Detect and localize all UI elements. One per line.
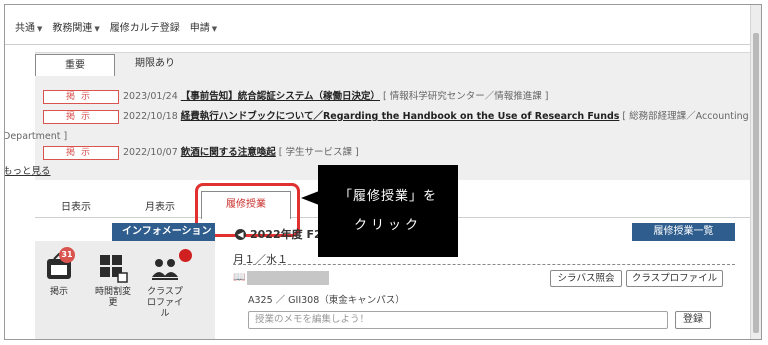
notice-source-continued: Department ] bbox=[4, 131, 68, 142]
tab-month-view[interactable]: 月表示 bbox=[145, 198, 175, 213]
menu-item-academic[interactable]: 教務関連 ▼ bbox=[52, 19, 99, 34]
unread-count-badge: 31 bbox=[59, 247, 75, 263]
callout-line-1: 「履修授業」を bbox=[338, 189, 437, 204]
arrow-left-icon[interactable]: ◀ bbox=[235, 228, 246, 240]
notice-date: 2022/10/18 bbox=[123, 111, 178, 122]
tab-deadline[interactable]: 期限あり bbox=[115, 53, 195, 75]
information-header: インフォメーション bbox=[112, 223, 215, 241]
notice-row: 掲示 2023/01/24 【事前告知】統合認証システム（稼働日決定）[ 情報科学研… bbox=[43, 88, 548, 104]
notice-panel: 重要 期限あり 掲示 2023/01/24 【事前告知】統合認証システム（稼働日決定… bbox=[5, 52, 750, 180]
book-icon: 📖 bbox=[233, 272, 246, 283]
tab-important[interactable]: 重要 bbox=[35, 54, 115, 76]
notice-link[interactable]: 飲酒に関する注意喚起 bbox=[181, 147, 276, 158]
chevron-down-icon: ▼ bbox=[37, 25, 43, 33]
memo-input[interactable]: 授業のメモを編集しよう！ bbox=[248, 311, 668, 329]
notice-source: [ 情報科学研究センター／情報推進課 ] bbox=[382, 91, 549, 102]
class-profile-button[interactable]: クラスプロファイル bbox=[626, 270, 723, 287]
chevron-down-icon: ▼ bbox=[94, 25, 100, 33]
instruction-callout: 「履修授業」を クリック bbox=[318, 165, 458, 257]
notification-dot bbox=[179, 249, 192, 262]
class-profile-shortcut[interactable]: クラスプロファイル bbox=[143, 253, 187, 320]
notice-date: 2023/01/24 bbox=[123, 91, 178, 102]
notice-source: [ 総務部経理課／Accounting bbox=[622, 111, 749, 122]
menu-item-karte[interactable]: 履修カルテ登録 bbox=[110, 19, 180, 34]
timetable-change-shortcut[interactable]: 時間割変更 bbox=[91, 253, 135, 309]
bulletin-shortcut[interactable]: 31 掲示 bbox=[37, 247, 81, 298]
notice-badge: 掲示 bbox=[43, 145, 119, 160]
notice-badge: 掲示 bbox=[43, 89, 119, 104]
notice-link[interactable]: 経費執行ハンドブックについて／Regarding the Handbook on… bbox=[181, 111, 620, 122]
chevron-down-icon: ▼ bbox=[211, 25, 218, 33]
course-name-redacted bbox=[247, 271, 329, 285]
notice-source: [ 学生サービス課 ] bbox=[278, 147, 359, 158]
timetable-change-icon bbox=[100, 255, 128, 283]
enrolled-course-list-button[interactable]: 履修授業一覧 bbox=[632, 223, 735, 241]
callout-line-2: クリック bbox=[353, 218, 422, 233]
notice-date: 2022/10/07 bbox=[123, 147, 178, 158]
timetable-change-label: 時間割変更 bbox=[94, 287, 131, 308]
top-menu-bar: 共通 ▼ 教務関連 ▼ 履修カルテ登録 申請 ▼ bbox=[5, 5, 751, 45]
callout-pointer bbox=[301, 191, 319, 205]
top-menu: 共通 ▼ 教務関連 ▼ 履修カルテ登録 申請 ▼ bbox=[15, 19, 217, 34]
notice-row: 掲示 2022/10/18 経費執行ハンドブックについて／Regarding the… bbox=[43, 108, 749, 124]
menu-item-common[interactable]: 共通 ▼ bbox=[15, 19, 42, 34]
register-button[interactable]: 登録 bbox=[675, 311, 711, 329]
academic-term: ◀ 2022年度 F2 bbox=[235, 226, 322, 242]
notice-badge: 掲示 bbox=[43, 109, 119, 124]
app-window: 共通 ▼ 教務関連 ▼ 履修カルテ登録 申請 ▼ 重要 期限あり 掲示 2023/01/… bbox=[4, 4, 762, 340]
syllabus-button[interactable]: シラバス照会 bbox=[550, 270, 622, 287]
class-profile-icon bbox=[152, 259, 178, 280]
dotted-divider bbox=[233, 264, 735, 265]
scrollbar-thumb[interactable] bbox=[753, 33, 759, 333]
notice-tabs: 重要 期限あり bbox=[35, 53, 195, 76]
information-panel: 31 掲示 時間割変更 クラスプロファイル bbox=[35, 241, 215, 339]
bulletin-label: 掲示 bbox=[49, 287, 68, 297]
more-link[interactable]: もっと見る bbox=[5, 163, 51, 177]
notice-link[interactable]: 【事前告知】統合認証システム（稼働日決定） bbox=[181, 91, 380, 102]
tab-day-view[interactable]: 日表示 bbox=[61, 198, 91, 213]
menu-item-application[interactable]: 申請 ▼ bbox=[190, 19, 217, 34]
classroom-info: A325 ／ GII308（東金キャンパス） bbox=[248, 295, 405, 306]
vertical-scrollbar[interactable] bbox=[750, 5, 761, 339]
class-profile-label: クラスプロファイル bbox=[146, 287, 183, 319]
term-label: 2022年度 F2 bbox=[250, 228, 322, 241]
notice-row: 掲示 2022/10/07 飲酒に関する注意喚起[ 学生サービス課 ] bbox=[43, 144, 359, 160]
